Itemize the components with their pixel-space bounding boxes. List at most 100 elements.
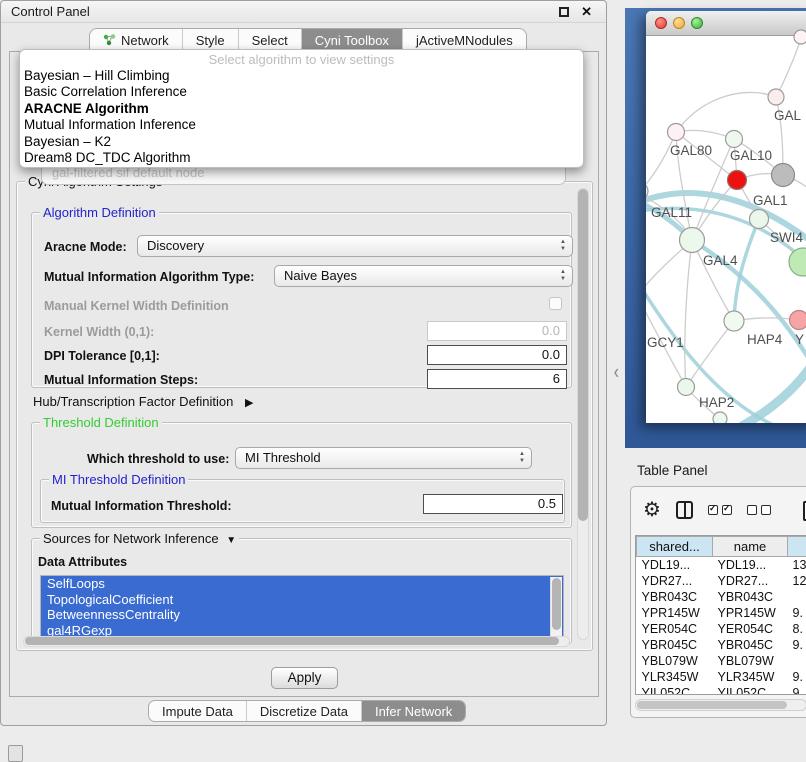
minimize-window-icon[interactable] bbox=[673, 17, 685, 29]
network-node[interactable] bbox=[713, 412, 727, 423]
combo-arrows-icon bbox=[519, 451, 525, 465]
manual-kernel-checkbox[interactable] bbox=[549, 297, 562, 310]
network-node-hap2[interactable] bbox=[678, 379, 695, 396]
unchecked-box-icon bbox=[747, 505, 757, 515]
network-edge[interactable] bbox=[685, 240, 692, 387]
network-node-gal1[interactable] bbox=[728, 171, 747, 190]
table-row[interactable]: YDL19...YDL19...13 bbox=[637, 557, 806, 573]
combo-arrows-icon bbox=[560, 239, 566, 253]
network-node-label: GAL10 bbox=[730, 148, 772, 163]
tab-discretize-data[interactable]: Discretize Data bbox=[246, 701, 361, 721]
unselect-all-columns-icon[interactable] bbox=[747, 505, 771, 515]
tab-network[interactable]: Network bbox=[90, 29, 182, 51]
tab-style[interactable]: Style bbox=[182, 29, 238, 51]
control-panel-titlebar: Control Panel ✕ bbox=[1, 1, 606, 23]
network-node-label: GAL bbox=[774, 108, 802, 123]
network-node-gal10[interactable] bbox=[726, 131, 743, 148]
table-row[interactable]: YBR043CYBR043C bbox=[637, 589, 806, 605]
dpi-tolerance-field[interactable]: 0.0 bbox=[427, 345, 567, 365]
table-cell: YLR345W bbox=[637, 669, 713, 685]
data-attribute-item[interactable]: BetweennessCentrality bbox=[41, 607, 563, 623]
gear-icon[interactable] bbox=[643, 499, 661, 521]
tab-select[interactable]: Select bbox=[238, 29, 301, 51]
algorithm-option[interactable]: Bayesian – Hill Climbing bbox=[20, 68, 583, 84]
network-window-titlebar[interactable] bbox=[646, 11, 806, 36]
data-attributes-list[interactable]: SelfLoopsTopologicalCoefficientBetweenne… bbox=[40, 575, 564, 638]
minimized-panel-icon[interactable] bbox=[8, 745, 23, 762]
float-window-icon[interactable] bbox=[559, 7, 569, 17]
mi-threshold-definition-group: MI Threshold Definition Mutual Informati… bbox=[40, 479, 565, 523]
aracne-mode-value: Discovery bbox=[147, 238, 204, 253]
algorithm-option[interactable]: Dream8 DC_TDC Algorithm bbox=[20, 150, 583, 166]
network-node-gal80[interactable] bbox=[668, 124, 685, 141]
algorithm-option[interactable]: Bayesian – K2 bbox=[20, 134, 583, 150]
table-row[interactable]: YBL079WYBL079W bbox=[637, 653, 806, 669]
aracne-mode-combo[interactable]: Discovery bbox=[137, 235, 573, 257]
network-node-y[interactable] bbox=[790, 311, 806, 330]
table-body: YDL19...YDL19...13YDR27...YDR27...12YBR0… bbox=[637, 557, 806, 696]
algorithm-option[interactable]: Basic Correlation Inference bbox=[20, 84, 583, 100]
network-canvas[interactable]: GALGAL80GAL10GAL1GAL11SWI4GAL4HAP4YGCY1H… bbox=[646, 36, 806, 423]
table-row[interactable]: YER054CYER054C8. bbox=[637, 621, 806, 637]
network-edge[interactable] bbox=[676, 92, 776, 132]
attr-list-scrollbar[interactable] bbox=[550, 577, 562, 636]
close-window-icon[interactable] bbox=[655, 17, 667, 29]
split-columns-icon[interactable] bbox=[676, 501, 693, 519]
table-horizontal-scroll-thumb[interactable] bbox=[637, 701, 787, 709]
settings-horizontal-scrollbar[interactable] bbox=[23, 636, 570, 647]
mi-steps-label: Mutual Information Steps: bbox=[44, 373, 198, 387]
data-attribute-item[interactable]: TopologicalCoefficient bbox=[41, 592, 563, 608]
tab-impute-data[interactable]: Impute Data bbox=[149, 701, 246, 721]
network-node-label: GAL4 bbox=[703, 253, 738, 268]
settings-vertical-scroll-thumb[interactable] bbox=[578, 189, 588, 521]
table-row[interactable]: YBR045CYBR045C9. bbox=[637, 637, 806, 653]
attr-list-scroll-thumb[interactable] bbox=[552, 578, 561, 630]
mi-type-combo[interactable]: Naive Bayes bbox=[274, 265, 573, 287]
algorithm-option[interactable]: ARACNE Algorithm bbox=[20, 101, 583, 117]
network-node-gal4[interactable] bbox=[680, 228, 705, 253]
network-edge[interactable] bbox=[776, 38, 801, 97]
table-cell: 8. bbox=[788, 621, 806, 637]
which-threshold-combo[interactable]: MI Threshold bbox=[235, 447, 532, 469]
network-node[interactable] bbox=[772, 164, 795, 187]
close-icon[interactable]: ✕ bbox=[581, 1, 592, 23]
sources-title[interactable]: Sources for Network Inference ▼ bbox=[40, 531, 239, 546]
network-edge[interactable] bbox=[734, 219, 759, 321]
column-header[interactable]: name bbox=[713, 537, 788, 557]
table-panel: shared...nameA YDL19...YDL19...13YDR27..… bbox=[630, 486, 806, 718]
column-header[interactable]: A bbox=[788, 537, 806, 557]
network-node-gal[interactable] bbox=[768, 89, 784, 105]
network-node-hap4[interactable] bbox=[724, 311, 744, 331]
network-node[interactable] bbox=[789, 248, 806, 276]
desktop: { "colors":{ "selection_blue":"#3a6bd1",… bbox=[0, 0, 806, 762]
table-row[interactable]: YPR145WYPR145W9. bbox=[637, 605, 806, 621]
select-all-columns-icon[interactable] bbox=[708, 505, 732, 515]
table-horizontal-scrollbar[interactable] bbox=[635, 699, 806, 711]
apply-button[interactable]: Apply bbox=[271, 667, 338, 689]
settings-vertical-scrollbar[interactable] bbox=[577, 188, 589, 640]
table-row[interactable]: YIL052CYIL052C9 bbox=[637, 685, 806, 696]
hub-definition-expander[interactable]: Hub/Transcription Factor Definition ▶ bbox=[33, 394, 253, 409]
network-node[interactable] bbox=[794, 30, 806, 44]
splitter-arrow-icon[interactable] bbox=[613, 368, 620, 377]
mi-threshold-definition-title: MI Threshold Definition bbox=[49, 472, 188, 487]
algorithm-option[interactable]: Mutual Information Inference bbox=[20, 117, 583, 133]
table-panel-title: Table Panel bbox=[637, 463, 708, 478]
settings-horizontal-scroll-thumb[interactable] bbox=[25, 637, 559, 645]
tab-infer-network[interactable]: Infer Network bbox=[361, 701, 465, 721]
manual-kernel-label: Manual Kernel Width Definition bbox=[44, 299, 229, 313]
data-attribute-item[interactable]: SelfLoops bbox=[41, 576, 563, 592]
aracne-mode-label: Aracne Mode: bbox=[44, 240, 127, 254]
tab-cyni-toolbox[interactable]: Cyni Toolbox bbox=[301, 29, 402, 51]
network-window[interactable]: GALGAL80GAL10GAL1GAL11SWI4GAL4HAP4YGCY1H… bbox=[646, 11, 806, 423]
column-header[interactable]: shared... bbox=[637, 537, 713, 557]
zoom-window-icon[interactable] bbox=[691, 17, 703, 29]
mi-steps-field[interactable]: 6 bbox=[427, 369, 567, 389]
mi-threshold-field[interactable]: 0.5 bbox=[423, 494, 563, 514]
table-row[interactable]: YDR27...YDR27...12 bbox=[637, 573, 806, 589]
tab-jactivemnodules[interactable]: jActiveMNodules bbox=[402, 29, 526, 51]
network-edge[interactable] bbox=[646, 132, 676, 191]
network-canvas-svg: GALGAL80GAL10GAL1GAL11SWI4GAL4HAP4YGCY1H… bbox=[646, 36, 806, 423]
table-row[interactable]: YLR345WYLR345W9. bbox=[637, 669, 806, 685]
network-node-swi4[interactable] bbox=[750, 210, 769, 229]
